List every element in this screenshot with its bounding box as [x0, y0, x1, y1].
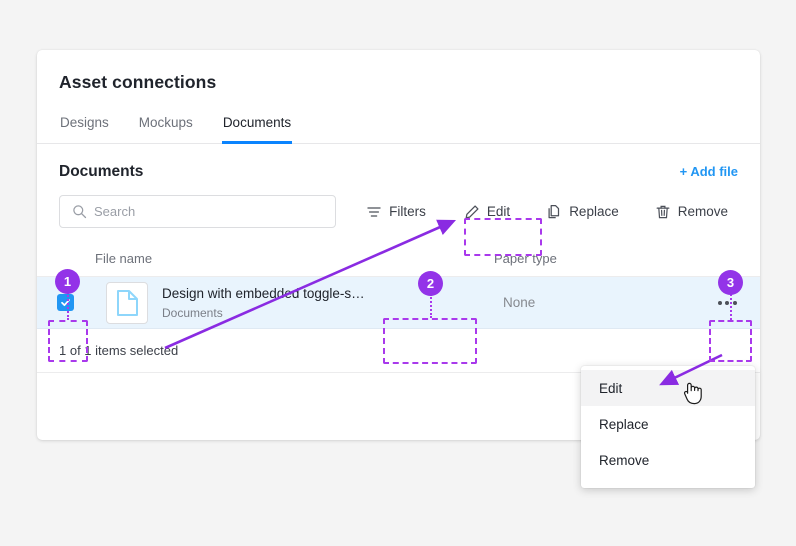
trash-icon: [655, 204, 671, 220]
row-checkbox-cell: [37, 294, 93, 311]
table-row[interactable]: Design with embedded toggle-s… Documents…: [37, 277, 760, 329]
dot-2: [725, 300, 729, 305]
menu-item-replace[interactable]: Replace: [581, 406, 755, 442]
section-header: Documents + Add file: [37, 144, 760, 181]
menu-item-edit-label: Edit: [599, 380, 623, 396]
row-context-menu: Edit Replace Remove: [581, 366, 755, 488]
table-header: File name Paper type: [37, 240, 760, 277]
menu-item-remove[interactable]: Remove: [581, 442, 755, 478]
menu-item-remove-label: Remove: [599, 452, 650, 468]
row-file-meta: Design with embedded toggle-s… Documents: [162, 285, 365, 320]
search-icon: [72, 204, 87, 219]
replace-label: Replace: [569, 204, 619, 219]
row-checkbox[interactable]: [56, 294, 74, 311]
search-input[interactable]: Search: [59, 195, 337, 228]
toolbar-actions: Filters Edit Replace Remove: [356, 197, 738, 227]
menu-item-edit[interactable]: Edit: [581, 370, 755, 406]
more-horizontal-icon[interactable]: [717, 300, 737, 305]
tab-designs[interactable]: Designs: [59, 115, 110, 144]
page-title: Asset connections: [59, 72, 217, 92]
search-placeholder: Search: [94, 204, 136, 219]
column-header-paper-type: Paper type: [494, 250, 557, 266]
remove-button[interactable]: Remove: [645, 197, 738, 227]
replace-button[interactable]: Replace: [536, 197, 629, 227]
tab-documents-label: Documents: [222, 115, 292, 130]
tab-designs-label: Designs: [60, 115, 109, 130]
filter-icon: [366, 204, 382, 220]
row-paper-type-value: None: [503, 294, 536, 310]
row-file-category: Documents: [162, 306, 223, 321]
screenshot-root: Asset connections Designs Mockups Docume…: [0, 0, 796, 546]
toolbar: Search Filters Edit Replace Remove: [37, 181, 760, 228]
tab-mockups[interactable]: Mockups: [138, 115, 194, 144]
edit-button[interactable]: Edit: [454, 197, 520, 227]
dot-1: [717, 300, 722, 305]
copy-icon: [546, 204, 562, 220]
filters-label: Filters: [389, 204, 426, 219]
tab-mockups-label: Mockups: [138, 115, 193, 130]
tab-documents[interactable]: Documents: [221, 115, 293, 144]
row-file-cell: Design with embedded toggle-s… Documents: [93, 281, 494, 324]
row-paper-type-cell[interactable]: None: [494, 294, 694, 312]
document-file-icon: [106, 281, 148, 324]
add-file-button[interactable]: + Add file: [680, 164, 738, 179]
edit-label: Edit: [486, 204, 511, 219]
tab-bar: Designs Mockups Documents: [37, 115, 760, 144]
column-header-file-name: File name: [95, 250, 153, 266]
section-title: Documents: [59, 163, 144, 180]
pencil-icon: [464, 204, 480, 220]
dot-3: [732, 300, 737, 305]
card-header: Asset connections Designs Mockups Docume…: [37, 50, 760, 144]
filters-button[interactable]: Filters: [356, 197, 436, 227]
row-actions-cell: [694, 300, 760, 305]
row-file-name: Design with embedded toggle-s…: [162, 285, 365, 301]
menu-item-replace-label: Replace: [599, 416, 649, 432]
remove-label: Remove: [677, 204, 728, 219]
